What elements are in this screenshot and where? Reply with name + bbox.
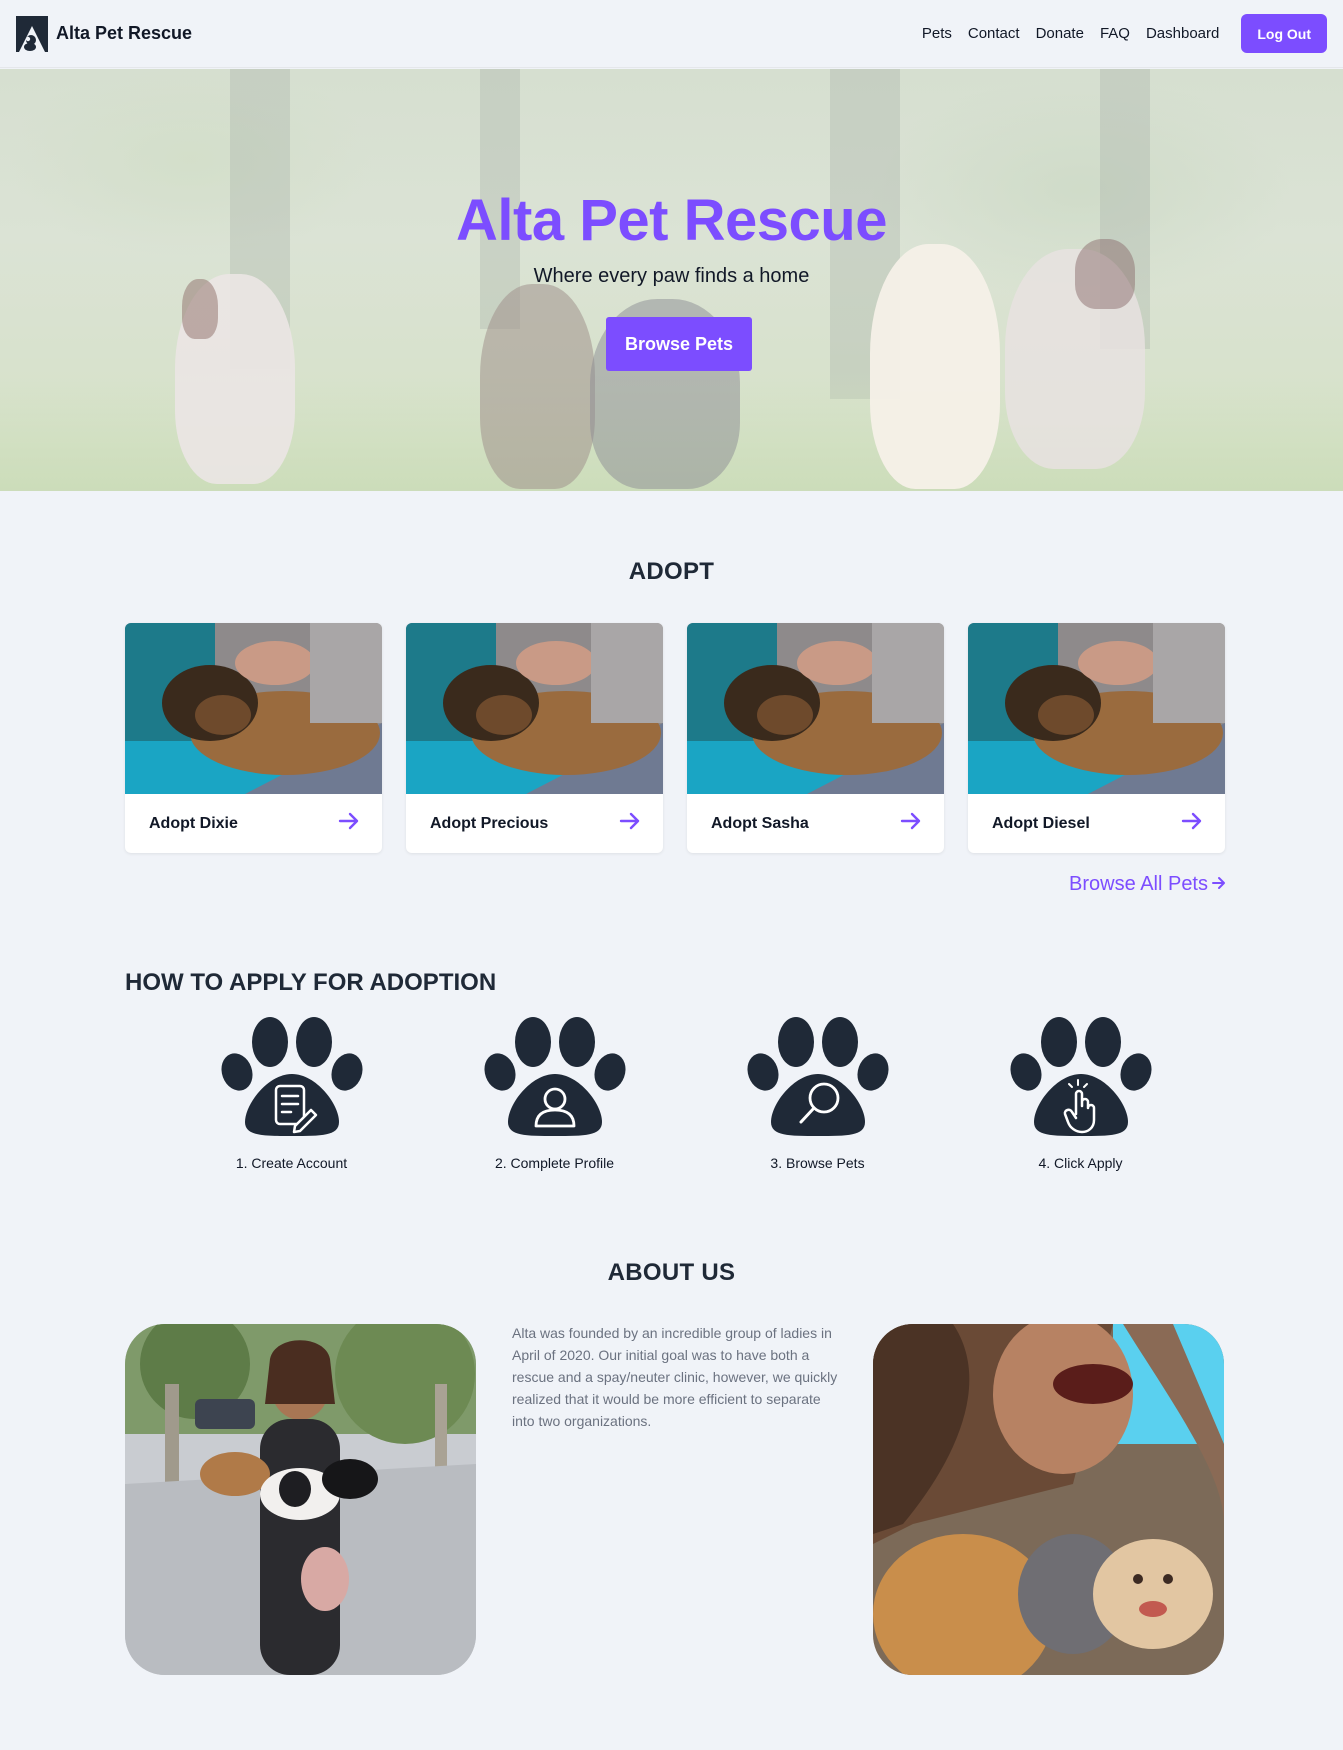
- pet-card-label: Adopt Dixie: [149, 814, 238, 832]
- pet-card[interactable]: Adopt Diesel: [968, 623, 1225, 853]
- about-photo-founder-with-dogs: [873, 1324, 1224, 1675]
- pet-card-footer: Adopt Diesel: [968, 794, 1225, 853]
- pet-photo: [125, 623, 382, 794]
- hero-subtitle: Where every paw finds a home: [533, 265, 810, 287]
- about-photo-founder-with-puppies: [125, 1324, 476, 1675]
- apply-step: 4. Click Apply: [949, 1016, 1212, 1171]
- hero-banner: Alta Pet Rescue Where every paw finds a …: [0, 69, 1343, 491]
- nav-link-pets[interactable]: Pets: [922, 25, 952, 42]
- apply-step-label: 3. Browse Pets: [770, 1155, 865, 1171]
- adopt-section-title: ADOPT: [628, 558, 715, 585]
- pet-photo: [406, 623, 663, 794]
- apply-step: 2. Complete Profile: [423, 1016, 686, 1171]
- pet-card-footer: Adopt Precious: [406, 794, 663, 853]
- apply-step-label: 4. Click Apply: [1038, 1155, 1123, 1171]
- paw-tap-hand-icon: [1009, 1016, 1152, 1143]
- arrow-right-icon: [1181, 812, 1203, 835]
- browse-pets-button[interactable]: Browse Pets: [606, 317, 752, 371]
- nav-link-donate[interactable]: Donate: [1036, 25, 1084, 42]
- pet-card-list: Adopt Dixie Adopt Precious Adopt Sasha A…: [125, 623, 1225, 853]
- navbar: Alta Pet Rescue Pets Contact Donate FAQ …: [0, 0, 1343, 68]
- apply-step-label: 1. Create Account: [235, 1155, 348, 1171]
- pet-card-label: Adopt Sasha: [711, 814, 809, 832]
- nav-link-contact[interactable]: Contact: [968, 25, 1020, 42]
- pet-card[interactable]: Adopt Sasha: [687, 623, 944, 853]
- pet-card-footer: Adopt Sasha: [687, 794, 944, 853]
- arrow-right-icon: [900, 812, 922, 835]
- paw-document-edit-icon: [220, 1016, 363, 1143]
- nav-link-dashboard[interactable]: Dashboard: [1146, 25, 1219, 42]
- pet-card-footer: Adopt Dixie: [125, 794, 382, 853]
- pet-card[interactable]: Adopt Dixie: [125, 623, 382, 853]
- brand[interactable]: Alta Pet Rescue: [16, 15, 193, 52]
- browse-all-pets-label: Browse All Pets: [1069, 873, 1208, 895]
- arrow-right-icon: [338, 812, 360, 835]
- brand-name: Alta Pet Rescue: [56, 23, 193, 43]
- brand-logo-icon: [16, 15, 48, 52]
- hero-dog-ear: [182, 279, 218, 339]
- pet-photo: [687, 623, 944, 794]
- apply-section-title: HOW TO APPLY FOR ADOPTION: [125, 969, 497, 996]
- apply-step: 1. Create Account: [160, 1016, 423, 1171]
- apply-step: 3. Browse Pets: [686, 1016, 949, 1171]
- nav-link-faq[interactable]: FAQ: [1100, 25, 1130, 42]
- logout-button[interactable]: Log Out: [1241, 14, 1327, 53]
- arrow-right-icon: [619, 812, 641, 835]
- paw-user-icon: [483, 1016, 626, 1143]
- browse-all-pets-link[interactable]: Browse All Pets: [1069, 873, 1226, 896]
- arrow-right-icon: [1212, 873, 1226, 896]
- nav-links: Pets Contact Donate FAQ Dashboard Log Ou…: [922, 14, 1327, 53]
- pet-card-label: Adopt Diesel: [992, 814, 1090, 832]
- apply-step-label: 2. Complete Profile: [494, 1155, 615, 1171]
- pet-photo: [968, 623, 1225, 794]
- hero-dog-illustration: [480, 284, 595, 489]
- hero-title: Alta Pet Rescue: [456, 188, 887, 253]
- pet-card[interactable]: Adopt Precious: [406, 623, 663, 853]
- about-text: Alta was founded by an incredible group …: [512, 1325, 838, 1429]
- apply-steps: 1. Create Account 2. Complete Profile 3.…: [160, 1016, 1212, 1171]
- pet-card-label: Adopt Precious: [430, 814, 549, 832]
- paw-search-icon: [746, 1016, 889, 1143]
- about-section-title: ABOUT US: [607, 1259, 736, 1286]
